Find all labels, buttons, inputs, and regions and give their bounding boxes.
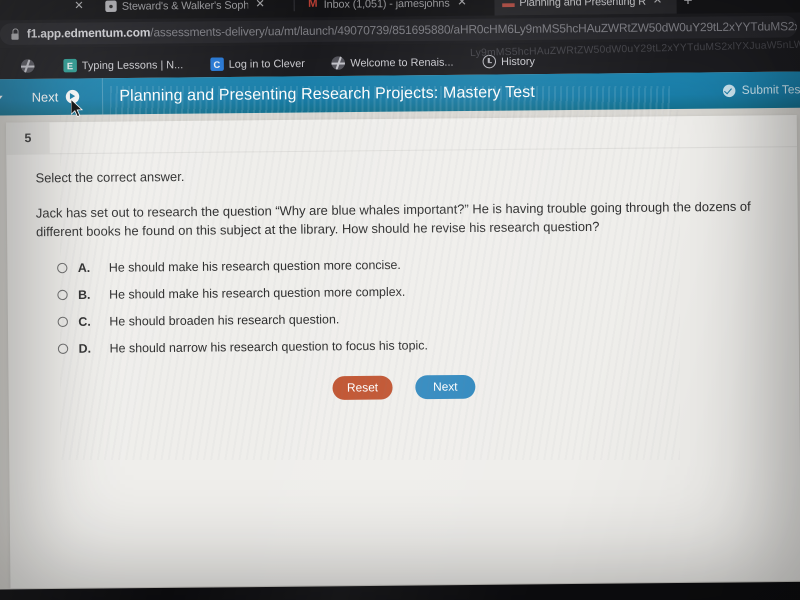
radio-button[interactable] xyxy=(57,343,69,355)
tab-label: Steward's & Walker's Sophomor xyxy=(121,0,249,13)
tab-close-offscreen[interactable]: ✕ xyxy=(64,0,93,20)
option-text: He should broaden his research question. xyxy=(109,311,340,329)
answer-options-list: A. He should make his research question … xyxy=(57,248,720,362)
bookmark-globe-1[interactable] xyxy=(13,55,41,78)
radio-button[interactable] xyxy=(57,316,69,328)
reset-button[interactable]: Reset xyxy=(332,375,393,401)
globe-icon xyxy=(331,56,346,70)
lock-icon xyxy=(9,28,19,39)
option-letter: C. xyxy=(78,314,91,329)
chevron-down-icon xyxy=(0,95,3,102)
close-icon[interactable]: ✕ xyxy=(255,0,265,11)
bookmark-welcome-to-renaissance[interactable]: Welcome to Renais... xyxy=(324,50,460,74)
app-header-bar: 5 Next Planning and Presenting Research … xyxy=(0,71,800,116)
new-tab-button[interactable]: + xyxy=(679,0,698,10)
check-circle-icon xyxy=(723,84,736,97)
question-card: 5 Select the correct answer. Jack has se… xyxy=(6,115,800,589)
option-text: He should make his research question mor… xyxy=(108,257,401,275)
submit-test-button[interactable]: Submit Test xyxy=(723,83,800,97)
edmentum-app: 5 Next Planning and Presenting Research … xyxy=(0,71,800,600)
url-text: f1.app.edmentum.com/assessments-delivery… xyxy=(27,19,797,40)
card-divider xyxy=(6,146,798,155)
question-nav-dropdown[interactable]: 5 xyxy=(0,89,26,106)
tab-label: Inbox (1,051) - jamesjohnson1@ xyxy=(323,0,450,11)
bookmark-label: Log in to Clever xyxy=(228,57,305,71)
address-bar[interactable]: f1.app.edmentum.com/assessments-delivery… xyxy=(0,15,798,46)
question-number-badge: 5 xyxy=(6,122,50,154)
radio-button[interactable] xyxy=(57,289,68,301)
option-text: He should narrow his research question t… xyxy=(109,338,428,356)
close-icon[interactable]: ✕ xyxy=(653,0,663,7)
answer-option-d[interactable]: D. He should narrow his research questio… xyxy=(57,329,721,362)
header-next-label: Next xyxy=(31,89,59,105)
header-divider xyxy=(101,78,103,115)
option-text: He should make his research question mor… xyxy=(109,284,406,302)
next-button[interactable]: Next xyxy=(415,374,476,400)
option-letter: A. xyxy=(77,260,91,276)
edmentum-icon: ▬ xyxy=(502,0,515,10)
close-icon[interactable]: ✕ xyxy=(74,0,84,12)
page-title: Planning and Presenting Research Project… xyxy=(119,82,535,105)
option-letter: D. xyxy=(78,341,92,356)
submit-test-label: Submit Test xyxy=(741,83,800,97)
instruction-text: Select the correct answer. xyxy=(35,169,185,186)
tab-divider xyxy=(293,0,295,12)
bookmark-label: Typing Lessons | N... xyxy=(81,58,184,72)
contact-card-icon: ● xyxy=(105,0,117,12)
question-stem: Jack has set out to research the questio… xyxy=(35,199,751,240)
tab-label: Planning and Presenting Resear xyxy=(519,0,646,9)
gmail-icon: M xyxy=(307,0,318,11)
url-path: /assessments-delivery/ua/mt/launch/49070… xyxy=(150,18,798,39)
bookmark-log-in-to-clever[interactable]: C Log in to Clever xyxy=(203,52,312,76)
clever-c-icon: C xyxy=(210,57,224,72)
bookmark-folder-bookmarks[interactable]: arks xyxy=(0,55,7,78)
globe-icon xyxy=(20,59,35,73)
radio-button[interactable] xyxy=(57,262,68,274)
tab-stewards-walkers[interactable]: ● Steward's & Walker's Sophomor ✕ xyxy=(97,0,289,19)
edmentum-e-icon: E xyxy=(63,58,77,73)
mouse-cursor xyxy=(70,99,84,118)
bookmark-typing-lessons[interactable]: E Typing Lessons | N... xyxy=(56,53,191,77)
photographed-screen: ✕ ● Steward's & Walker's Sophomor ✕ M In… xyxy=(0,0,800,600)
bookmark-label: Welcome to Renais... xyxy=(350,55,454,70)
option-letter: B. xyxy=(77,287,91,303)
action-buttons: Reset Next xyxy=(8,372,799,403)
close-icon[interactable]: ✕ xyxy=(457,0,467,9)
tab-gmail-inbox[interactable]: M Inbox (1,051) - jamesjohnson1@ ✕ xyxy=(299,0,491,17)
url-host: f1.app.edmentum.com xyxy=(26,26,151,41)
